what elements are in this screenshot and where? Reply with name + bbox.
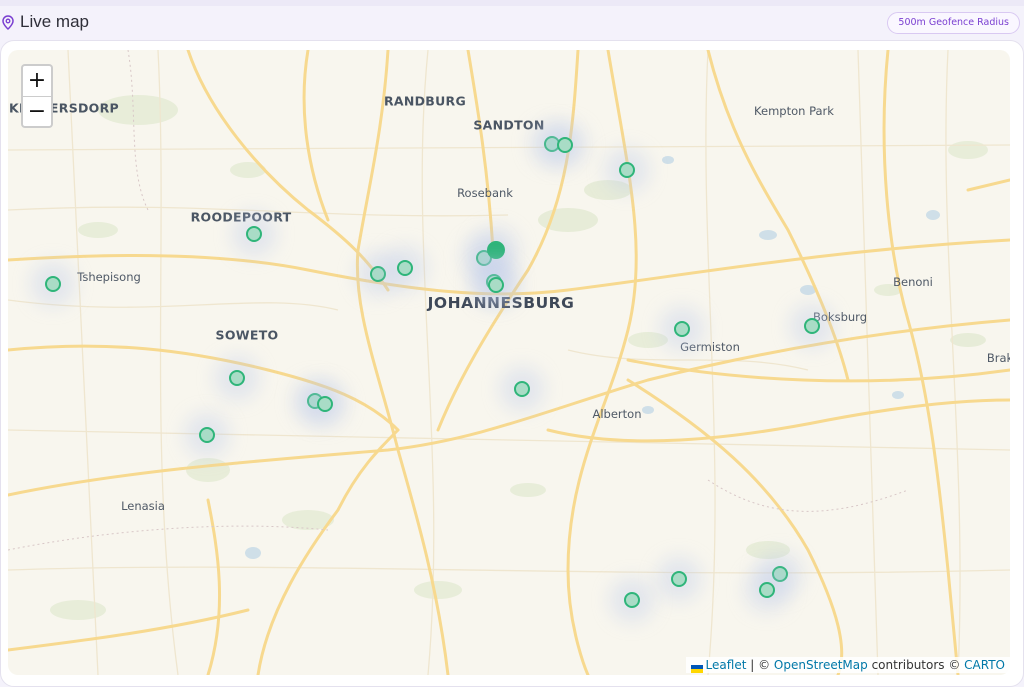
ukraine-flag-icon — [690, 662, 703, 673]
place-label-germiston: Germiston — [680, 340, 740, 354]
location-marker[interactable] — [487, 241, 505, 259]
zoom-control: + − — [21, 64, 53, 128]
place-label-johannesburg: JOHANNESBURG — [427, 294, 575, 312]
map-attribution: Leaflet | © OpenStreetMap contributors ©… — [685, 657, 1010, 673]
place-label-lenasia: Lenasia — [121, 499, 165, 513]
map-header: Live map 500m Geofence Radius — [0, 6, 1024, 40]
location-marker[interactable] — [45, 276, 61, 292]
location-marker[interactable] — [619, 162, 635, 178]
location-marker[interactable] — [488, 277, 504, 293]
location-marker[interactable] — [674, 321, 690, 337]
zoom-out-button[interactable]: − — [23, 97, 51, 127]
location-marker[interactable] — [804, 318, 820, 334]
openstreetmap-link[interactable]: OpenStreetMap — [774, 658, 868, 672]
place-label-roodepoort: ROODEPOORT — [190, 209, 292, 225]
place-label-tshepisong: Tshepisong — [77, 270, 141, 284]
map-pin-icon — [2, 14, 14, 30]
map-canvas[interactable]: KRUGERSDORP RANDBURG SANDTON Kempton Park Ro… — [8, 50, 1010, 675]
map-base-layer — [8, 50, 1010, 675]
location-marker[interactable] — [317, 396, 333, 412]
zoom-in-button[interactable]: + — [23, 66, 51, 97]
attribution-contributors: contributors © — [867, 658, 965, 672]
place-label-boksburg: Boksburg — [813, 310, 867, 324]
place-label-alberton: Alberton — [592, 407, 642, 421]
attribution-separator: | © — [746, 658, 774, 672]
leaflet-link[interactable]: Leaflet — [706, 658, 747, 672]
location-marker[interactable] — [397, 260, 413, 276]
location-marker[interactable] — [624, 592, 640, 608]
location-marker[interactable] — [199, 427, 215, 443]
location-marker[interactable] — [759, 582, 775, 598]
location-marker[interactable] — [246, 226, 262, 242]
place-label-rosebank: Rosebank — [457, 186, 513, 200]
location-marker[interactable] — [671, 571, 687, 587]
carto-link[interactable]: CARTO — [964, 658, 1005, 672]
location-marker[interactable] — [229, 370, 245, 386]
place-label-randburg: RANDBURG — [383, 93, 467, 109]
place-label-soweto: SOWETO — [215, 327, 279, 343]
place-label-brakpan: Brak — [986, 351, 1010, 365]
location-marker[interactable] — [557, 137, 573, 153]
place-label-benoni: Benoni — [893, 275, 933, 289]
location-marker[interactable] — [772, 566, 788, 582]
title-group: Live map — [2, 12, 89, 32]
location-marker[interactable] — [370, 266, 386, 282]
location-marker[interactable] — [514, 381, 530, 397]
place-label-kempton-park: Kempton Park — [754, 104, 834, 118]
page-title: Live map — [20, 12, 89, 31]
geofence-radius-badge: 500m Geofence Radius — [887, 12, 1020, 34]
place-label-sandton: SANDTON — [473, 117, 545, 133]
